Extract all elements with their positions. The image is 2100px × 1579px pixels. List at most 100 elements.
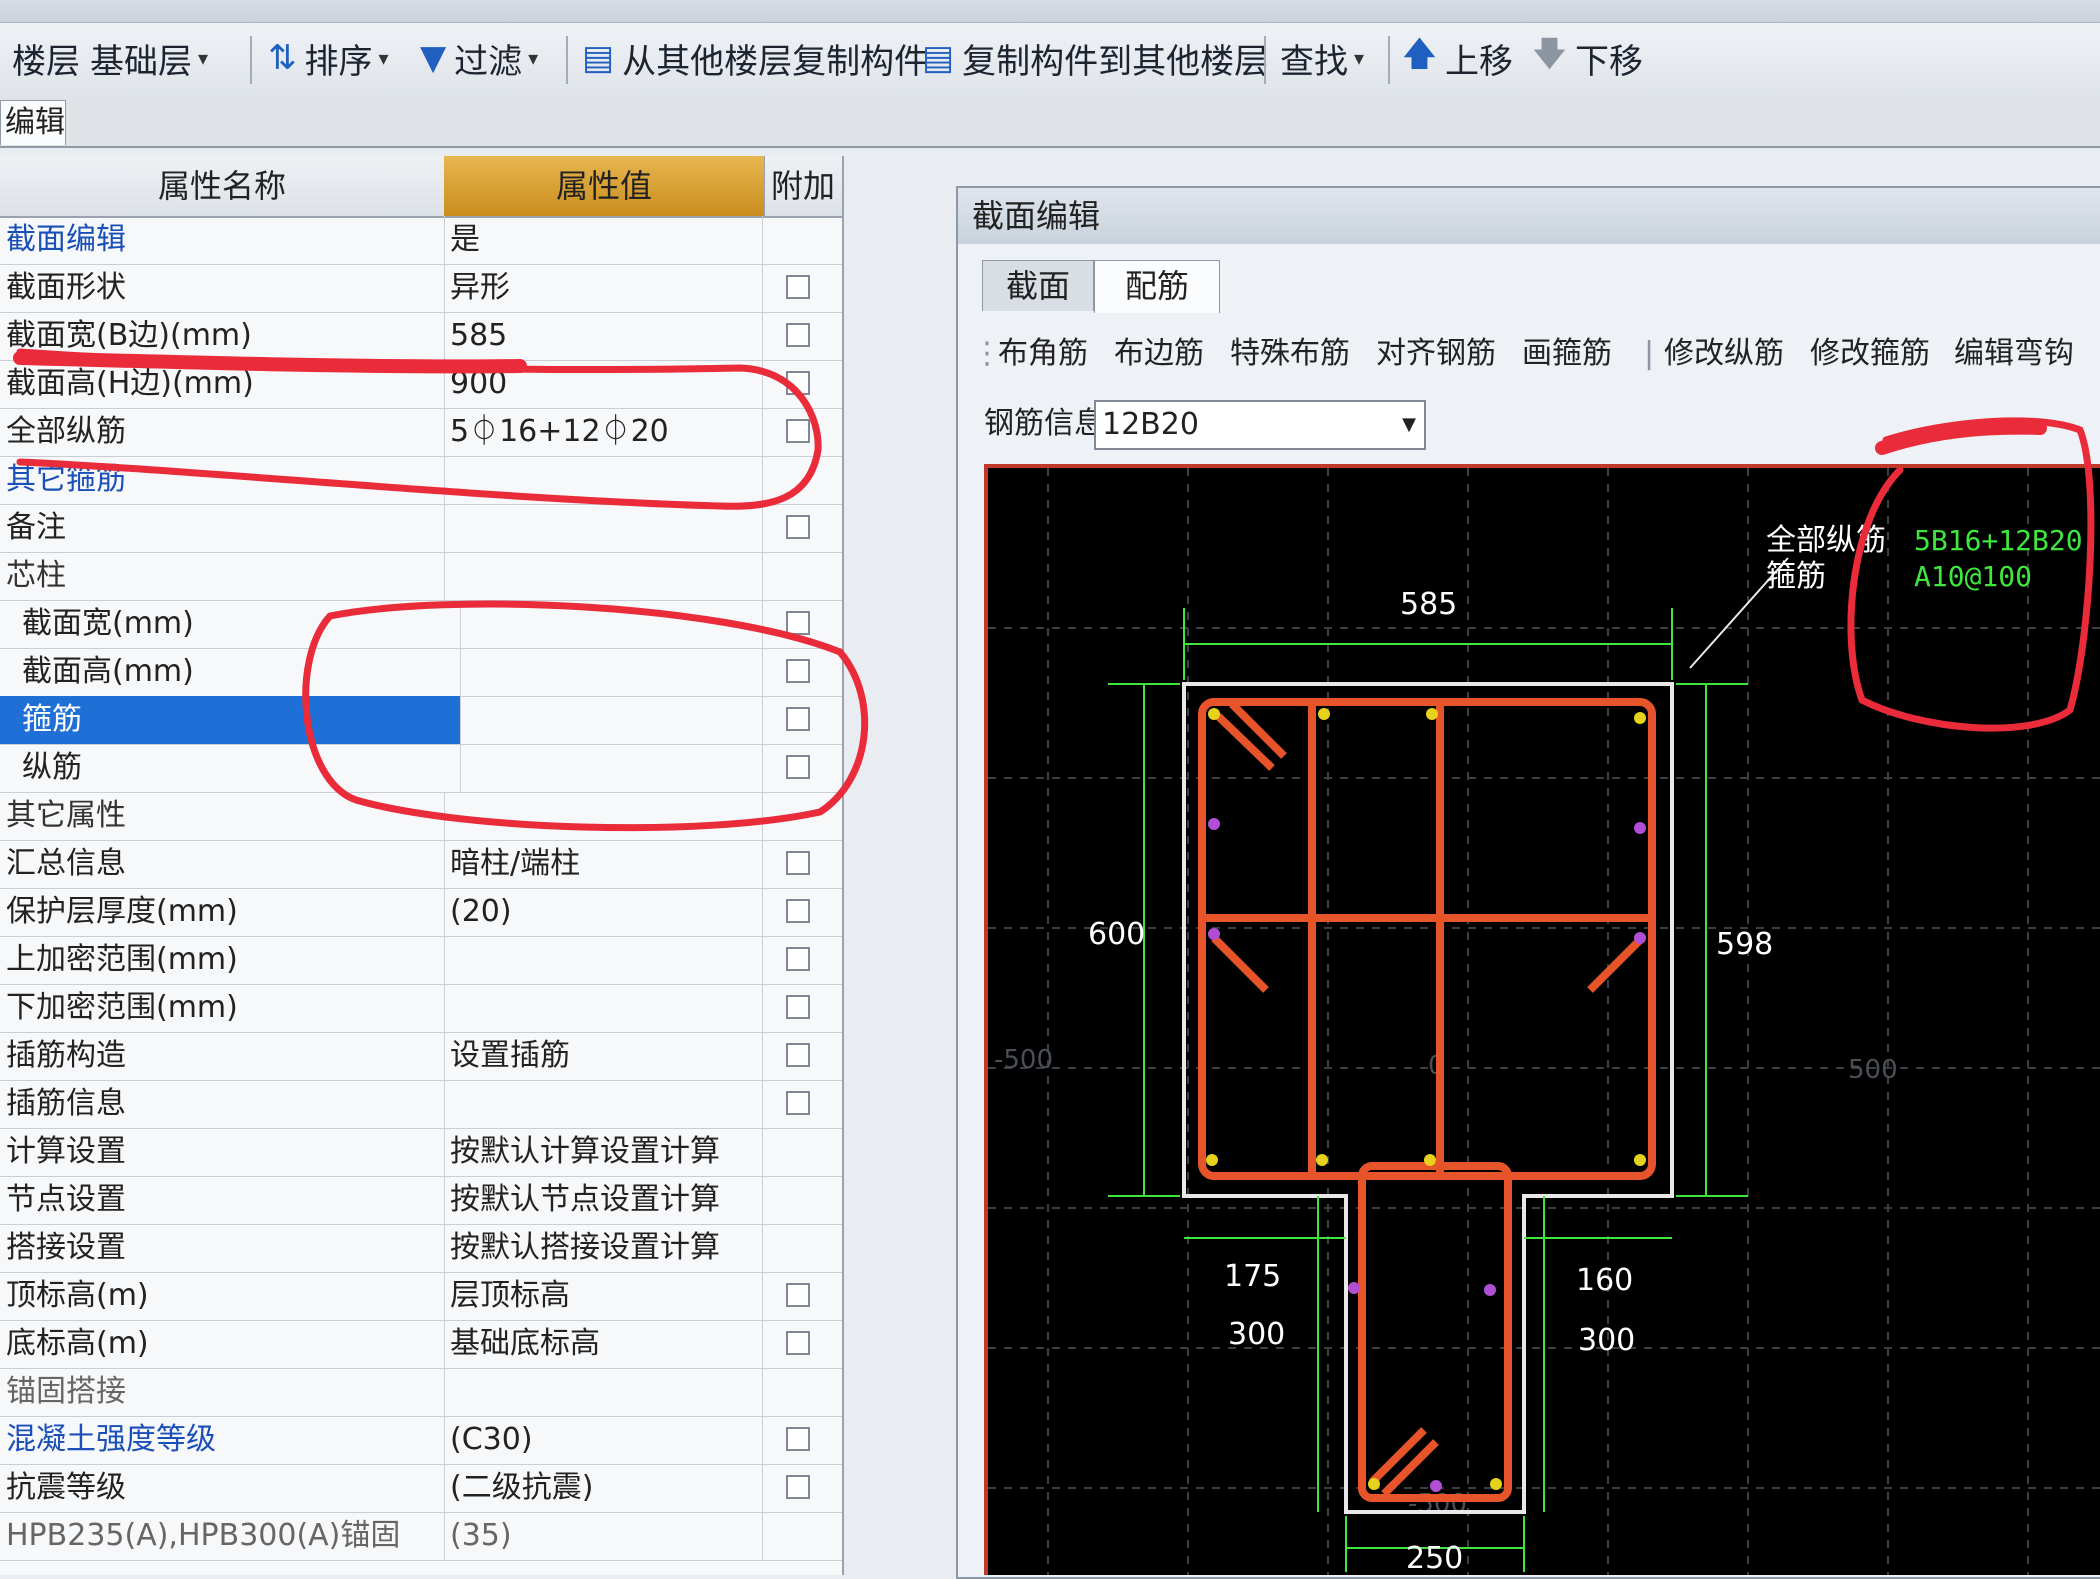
property-value[interactable]: (35) <box>444 1512 763 1560</box>
move-up-button[interactable]: 🡅 上移 <box>1402 30 1513 86</box>
extra-checkbox[interactable] <box>786 995 810 1019</box>
copy-from-floor-button[interactable]: ▤ 从其他楼层复制构件 <box>582 30 928 86</box>
extra-checkbox[interactable] <box>786 851 810 875</box>
property-value[interactable]: 基础底标高 <box>444 1320 763 1368</box>
property-value[interactable] <box>444 1080 763 1128</box>
property-value[interactable] <box>444 648 763 696</box>
property-value[interactable]: 585 <box>444 312 763 360</box>
find-button[interactable]: 查找 ▾ <box>1280 30 1364 86</box>
property-value[interactable] <box>444 936 763 984</box>
property-value[interactable] <box>444 456 763 504</box>
property-row-section-height[interactable]: 截面高(H边)(mm) 900 <box>0 360 842 409</box>
rebar-point[interactable] <box>1490 1478 1502 1490</box>
property-row-top-elevation[interactable]: 顶标高(m) 层顶标高 <box>0 1272 842 1321</box>
property-row-cover-thickness[interactable]: 保护层厚度(mm) (20) <box>0 888 842 937</box>
property-row-lap-settings[interactable]: 搭接设置 按默认搭接设置计算 <box>0 1224 842 1273</box>
rebar-point[interactable] <box>1208 818 1220 830</box>
property-row-section-shape[interactable]: 截面形状 异形 <box>0 264 842 313</box>
property-value[interactable]: (二级抗震) <box>444 1464 763 1512</box>
rebar-point[interactable] <box>1208 708 1220 720</box>
rebar-point[interactable] <box>1348 1282 1360 1294</box>
floor-select[interactable]: 基础层 ▾ <box>90 30 208 86</box>
property-row-core-height[interactable]: 截面高(mm) <box>0 648 842 697</box>
sort-button[interactable]: ⇅ 排序 ▾ <box>268 30 389 86</box>
tool-edit-hook[interactable]: 编辑弯钩 <box>1954 324 2074 384</box>
property-value[interactable] <box>444 1368 763 1416</box>
rebar-point[interactable] <box>1316 1154 1328 1166</box>
tool-corner-rebar[interactable]: 布角筋 <box>998 324 1088 384</box>
extra-checkbox[interactable] <box>786 1331 810 1355</box>
property-row-calc-settings[interactable]: 计算设置 按默认计算设置计算 <box>0 1128 842 1177</box>
property-value[interactable] <box>444 696 763 744</box>
property-row-remarks[interactable]: 备注 <box>0 504 842 553</box>
rebar-point[interactable] <box>1426 708 1438 720</box>
property-row-upper-dense-range[interactable]: 上加密范围(mm) <box>0 936 842 985</box>
property-value[interactable]: 900 <box>444 360 763 408</box>
rebar-point[interactable] <box>1634 712 1646 724</box>
property-row-lower-dense-range[interactable]: 下加密范围(mm) <box>0 984 842 1033</box>
property-row-core-column[interactable]: 芯柱 <box>0 552 842 601</box>
property-row-other-properties[interactable]: 其它属性 <box>0 792 842 841</box>
rebar-point[interactable] <box>1206 1154 1218 1166</box>
property-row-node-settings[interactable]: 节点设置 按默认节点设置计算 <box>0 1176 842 1225</box>
property-row-other-stirrups[interactable]: 其它箍筋 <box>0 456 842 505</box>
rebar-point[interactable] <box>1318 708 1330 720</box>
property-row-anchorage-lap[interactable]: 锚固搭接 <box>0 1368 842 1417</box>
property-value[interactable]: 5⏀16+12⏀20 <box>444 408 763 456</box>
property-row-all-longitudinal[interactable]: 全部纵筋 5⏀16+12⏀20 <box>0 408 842 457</box>
property-value[interactable]: 按默认计算设置计算 <box>444 1128 763 1176</box>
extra-checkbox[interactable] <box>786 1091 810 1115</box>
rebar-point[interactable] <box>1424 1154 1436 1166</box>
property-row-bottom-elevation[interactable]: 底标高(m) 基础底标高 <box>0 1320 842 1369</box>
property-value[interactable]: 设置插筋 <box>444 1032 763 1080</box>
tool-modify-longitudinal[interactable]: 修改纵筋 <box>1664 324 1784 384</box>
extra-checkbox[interactable] <box>786 1283 810 1307</box>
property-row-hpb-anchorage[interactable]: HPB235(A),HPB300(A)锚固 (35) <box>0 1512 842 1561</box>
tool-draw-stirrup[interactable]: 画箍筋 <box>1522 324 1612 384</box>
move-down-button[interactable]: 🡇 下移 <box>1532 30 1643 86</box>
property-value[interactable]: 按默认搭接设置计算 <box>444 1224 763 1272</box>
extra-checkbox[interactable] <box>786 1475 810 1499</box>
property-row-summary-info[interactable]: 汇总信息 暗柱/端柱 <box>0 840 842 889</box>
header-extra[interactable]: 附加 <box>764 156 842 216</box>
extra-checkbox[interactable] <box>786 659 810 683</box>
header-property-value[interactable]: 属性值 <box>444 156 765 216</box>
property-row-core-longitudinal[interactable]: 纵筋 <box>0 744 842 793</box>
extra-checkbox[interactable] <box>786 755 810 779</box>
tool-modify-stirrup[interactable]: 修改箍筋 <box>1810 324 1930 384</box>
rebar-point[interactable] <box>1634 1154 1646 1166</box>
property-row-core-stirrup[interactable]: 箍筋 <box>0 696 842 745</box>
property-row-concrete-grade[interactable]: 混凝土强度等级 (C30) <box>0 1416 842 1465</box>
property-value[interactable] <box>444 984 763 1032</box>
property-value[interactable]: 是 <box>444 216 763 264</box>
rebar-point[interactable] <box>1634 822 1646 834</box>
tool-special-rebar[interactable]: 特殊布筋 <box>1230 324 1350 384</box>
extra-checkbox[interactable] <box>786 899 810 923</box>
property-value[interactable] <box>444 792 763 840</box>
rebar-point[interactable] <box>1208 928 1220 940</box>
property-row-seismic-grade[interactable]: 抗震等级 (二级抗震) <box>0 1464 842 1513</box>
tool-edge-rebar[interactable]: 布边筋 <box>1114 324 1204 384</box>
tool-align-rebar[interactable]: 对齐钢筋 <box>1376 324 1496 384</box>
rebar-info-select[interactable]: 12B20 ▼ <box>1094 400 1426 450</box>
rebar-point[interactable] <box>1634 932 1646 944</box>
rebar-point[interactable] <box>1484 1284 1496 1296</box>
extra-checkbox[interactable] <box>786 707 810 731</box>
property-value[interactable] <box>444 504 763 552</box>
property-value[interactable] <box>444 600 763 648</box>
rebar-point[interactable] <box>1368 1478 1380 1490</box>
property-value[interactable] <box>444 552 763 600</box>
copy-to-floor-button[interactable]: ▤ 复制构件到其他楼层 <box>922 30 1268 86</box>
tab-section[interactable]: 截面 <box>982 260 1094 311</box>
header-property-name[interactable]: 属性名称 <box>0 156 445 216</box>
property-value[interactable]: (20) <box>444 888 763 936</box>
extra-checkbox[interactable] <box>786 275 810 299</box>
tab-edit[interactable]: 编辑 <box>0 100 66 145</box>
extra-checkbox[interactable] <box>786 323 810 347</box>
property-row-section-edit[interactable]: 截面编辑是 <box>0 216 842 265</box>
extra-checkbox[interactable] <box>786 371 810 395</box>
property-row-section-width[interactable]: 截面宽(B边)(mm) 585 <box>0 312 842 361</box>
property-value[interactable] <box>444 744 763 792</box>
property-value[interactable]: (C30) <box>444 1416 763 1464</box>
property-row-dowel-info[interactable]: 插筋信息 <box>0 1080 842 1129</box>
